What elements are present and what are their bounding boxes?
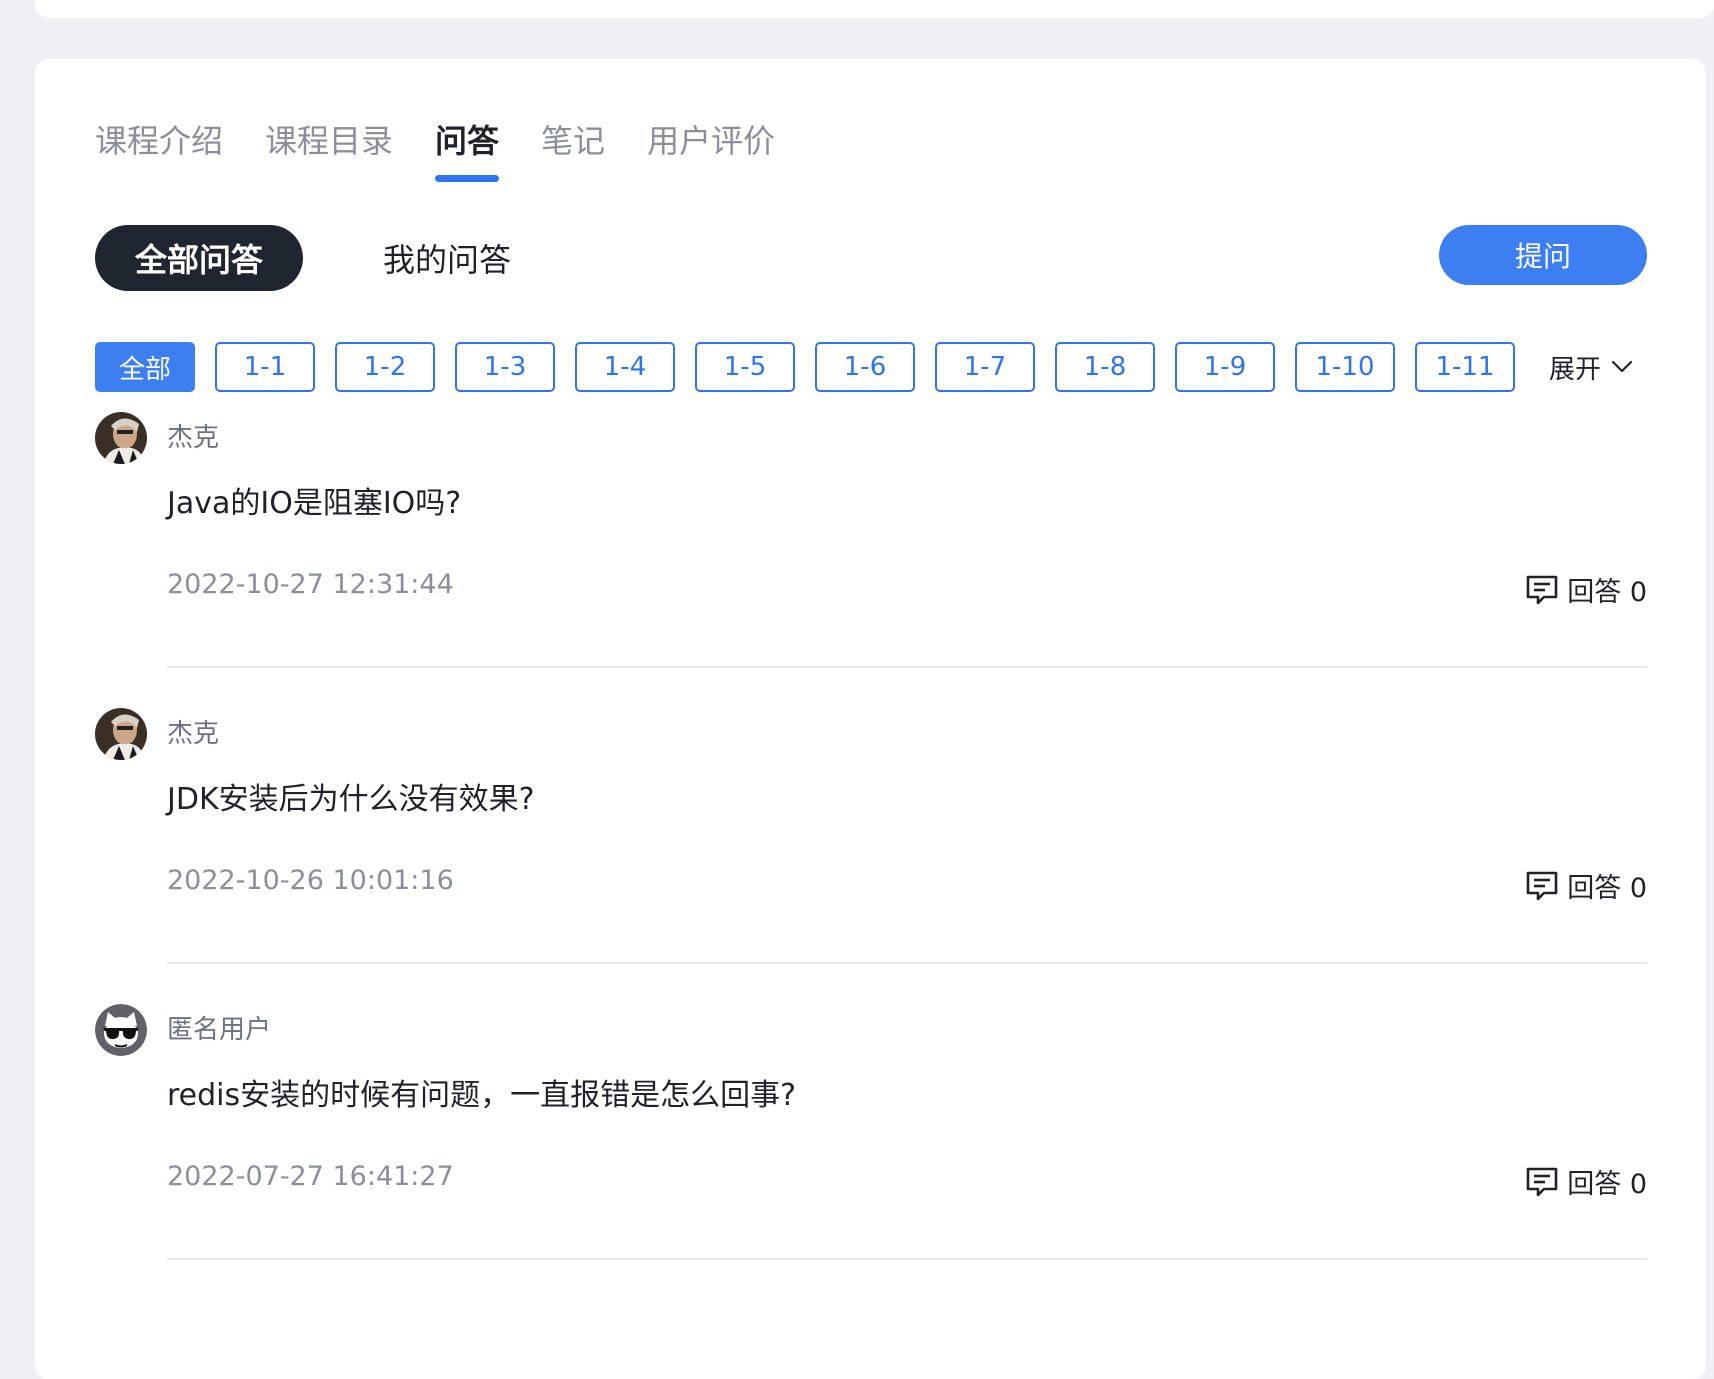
question-title[interactable]: redis安装的时候有问题，一直报错是怎么回事? <box>167 1076 796 1116</box>
question-title[interactable]: JDK安装后为什么没有效果? <box>167 780 535 820</box>
question-item: 杰克 JDK安装后为什么没有效果? 2022-10-26 10:01:16 回答… <box>95 708 1647 966</box>
answers-count-button[interactable]: 回答 0 <box>1525 570 1647 609</box>
question-item: 匿名用户 redis安装的时候有问题，一直报错是怎么回事? 2022-07-27… <box>95 1004 1647 1262</box>
tab-reviews[interactable]: 用户评价 <box>647 119 775 163</box>
chevron-down-icon <box>1611 360 1633 373</box>
chip-1-4[interactable]: 1-4 <box>575 342 675 392</box>
chip-1-11[interactable]: 1-11 <box>1415 342 1515 392</box>
question-author: 杰克 <box>167 719 220 749</box>
question-timestamp: 2022-07-27 16:41:27 <box>167 1161 454 1192</box>
subtab-my-questions[interactable]: 我的问答 <box>383 225 511 291</box>
chip-1-9[interactable]: 1-9 <box>1175 342 1275 392</box>
course-tabs: 课程介绍 课程目录 问答 笔记 用户评价 <box>95 119 817 189</box>
tab-notes[interactable]: 笔记 <box>541 119 605 163</box>
question-item: 杰克 Java的IO是阻塞IO吗? 2022-10-27 12:31:44 回答… <box>95 412 1647 670</box>
question-author: 杰克 <box>167 423 220 453</box>
chip-1-1[interactable]: 1-1 <box>215 342 315 392</box>
answers-count-label: 回答 0 <box>1567 1169 1647 1200</box>
comment-icon <box>1526 1167 1558 1196</box>
chip-1-6[interactable]: 1-6 <box>815 342 915 392</box>
question-timestamp: 2022-10-26 10:01:16 <box>167 865 454 896</box>
anonymous-sunglasses-avatar[interactable] <box>95 1004 147 1056</box>
chapter-filter: 全部 1-1 1-2 1-3 1-4 1-5 1-6 1-7 1-8 1-9 1… <box>95 342 1535 392</box>
expand-label: 展开 <box>1549 354 1602 385</box>
answers-count-label: 回答 0 <box>1567 577 1647 608</box>
answers-count-button[interactable]: 回答 0 <box>1525 866 1647 905</box>
user-photo-avatar[interactable] <box>95 708 147 760</box>
chip-all[interactable]: 全部 <box>95 342 195 392</box>
comment-icon <box>1526 575 1558 604</box>
chip-1-8[interactable]: 1-8 <box>1055 342 1155 392</box>
divider <box>167 666 1647 668</box>
question-title[interactable]: Java的IO是阻塞IO吗? <box>167 484 461 524</box>
expand-chapters-toggle[interactable]: 展开 <box>1549 342 1633 392</box>
divider <box>167 1258 1647 1260</box>
tab-qa[interactable]: 问答 <box>435 119 500 182</box>
question-author: 匿名用户 <box>167 1015 272 1045</box>
chip-1-5[interactable]: 1-5 <box>695 342 795 392</box>
qa-panel: 课程介绍 课程目录 问答 笔记 用户评价 全部问答 我的问答 提问 全部 1-1… <box>35 59 1706 1379</box>
tab-catalog[interactable]: 课程目录 <box>265 119 393 163</box>
top-card <box>35 0 1714 18</box>
tab-intro[interactable]: 课程介绍 <box>95 119 223 163</box>
chip-1-3[interactable]: 1-3 <box>455 342 555 392</box>
user-photo-avatar[interactable] <box>95 412 147 464</box>
divider <box>167 962 1647 964</box>
answers-count-button[interactable]: 回答 0 <box>1525 1162 1647 1201</box>
answers-count-label: 回答 0 <box>1567 873 1647 904</box>
chip-1-10[interactable]: 1-10 <box>1295 342 1395 392</box>
comment-icon <box>1526 871 1558 900</box>
question-timestamp: 2022-10-27 12:31:44 <box>167 569 454 600</box>
chip-1-7[interactable]: 1-7 <box>935 342 1035 392</box>
ask-question-button[interactable]: 提问 <box>1439 225 1647 285</box>
subtab-all-questions[interactable]: 全部问答 <box>95 225 303 291</box>
chip-1-2[interactable]: 1-2 <box>335 342 435 392</box>
